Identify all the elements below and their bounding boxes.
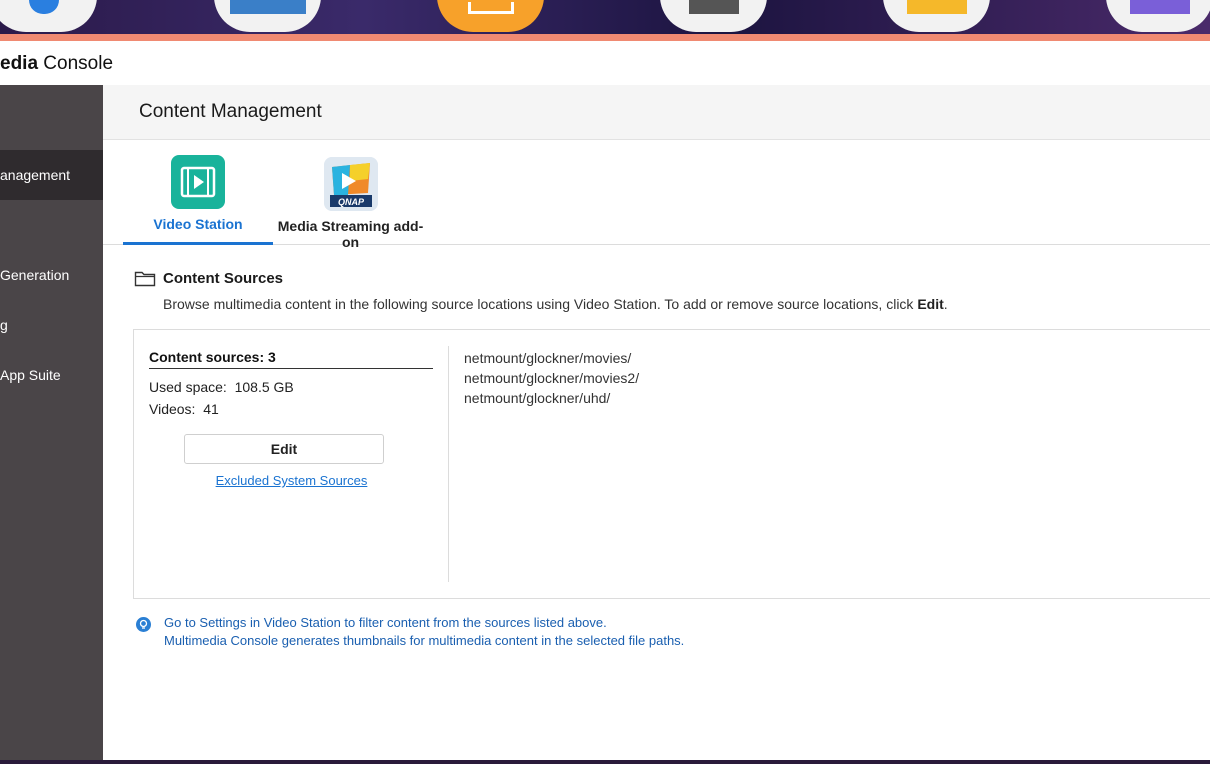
window-top-accent: [0, 34, 1210, 41]
dock-app-icon[interactable]: [660, 0, 767, 32]
title-bar: edia Console: [0, 41, 1210, 85]
tab-label: Video Station: [153, 216, 243, 232]
lightbulb-icon: [136, 617, 151, 632]
sources-summary: Content sources: 3 Used space: 108.5 GB …: [134, 330, 449, 600]
dock-app-icon[interactable]: [0, 0, 97, 32]
videos-label: Videos:: [149, 401, 196, 417]
sidebar-item-content-management[interactable]: anagement: [0, 150, 103, 200]
section-description-edit: Edit: [917, 296, 944, 312]
sidebar-item-app-suite[interactable]: App Suite: [0, 350, 103, 400]
folder-icon: [134, 269, 156, 292]
dock-app-icon[interactable]: [214, 0, 321, 32]
sidebar-item-thumbnail-generation[interactable]: Generation: [0, 250, 103, 300]
used-space: Used space: 108.5 GB: [149, 379, 294, 395]
app-title-rest: Console: [38, 53, 114, 74]
dock-app-icon[interactable]: [883, 0, 990, 32]
videos-count: Videos: 41: [149, 401, 219, 417]
desktop-bottom-edge: [0, 760, 1210, 764]
section-description: Browse multimedia content in the followi…: [163, 296, 948, 312]
sidebar-item-label: g: [0, 317, 8, 333]
panel-divider: [448, 346, 449, 582]
page-header: Content Management: [103, 85, 1210, 140]
tab-media-streaming[interactable]: QNAP Media Streaming add-on: [273, 141, 428, 250]
app-title: edia Console: [0, 53, 113, 75]
qnap-logo-text: QNAP: [337, 197, 364, 207]
main-content: Content Management Video Station QNAP Me…: [103, 85, 1210, 760]
videos-value: 41: [203, 401, 219, 417]
section-description-text: Browse multimedia content in the followi…: [163, 296, 918, 312]
info-note-line: Go to Settings in Video Station to filte…: [164, 615, 607, 630]
media-streaming-icon: QNAP: [324, 157, 378, 211]
edit-button[interactable]: Edit: [184, 434, 384, 464]
used-space-label: Used space:: [149, 379, 227, 395]
sidebar: anagement Generation g App Suite: [0, 85, 103, 760]
tab-video-station[interactable]: Video Station: [123, 141, 273, 245]
excluded-system-sources-link[interactable]: Excluded System Sources: [134, 473, 449, 488]
source-paths-list: netmount/glockner/movies/ netmount/glock…: [464, 348, 639, 408]
tab-label: Media Streaming add-on: [277, 218, 424, 250]
app-tabs: Video Station QNAP Media Streaming add-o…: [103, 141, 1210, 250]
content-sources-panel: Content sources: 3 Used space: 108.5 GB …: [133, 329, 1210, 599]
sidebar-item-transcoding[interactable]: g: [0, 300, 103, 350]
sidebar-item-label: Generation: [0, 267, 70, 283]
source-path: netmount/glockner/movies2/: [464, 370, 640, 386]
source-path: netmount/glockner/movies/: [464, 350, 632, 366]
source-path: netmount/glockner/uhd/: [464, 390, 611, 406]
used-space-value: 108.5 GB: [234, 379, 294, 395]
sidebar-item-label: anagement: [0, 167, 71, 183]
section-title: Content Sources: [163, 270, 284, 287]
dock-app-icon[interactable]: [437, 0, 544, 32]
dock-app-icon[interactable]: [1106, 0, 1210, 32]
desktop-background: [0, 0, 1210, 34]
content-sources-count: Content sources: 3: [149, 349, 433, 369]
multimedia-console-window: edia Console anagement Generation g App …: [0, 41, 1210, 760]
page-title: Content Management: [139, 101, 322, 122]
sidebar-item-label: App Suite: [0, 367, 61, 383]
video-station-icon: [171, 155, 225, 209]
info-note-line: Multimedia Console generates thumbnails …: [164, 633, 685, 648]
app-title-bold: edia: [0, 53, 39, 74]
section-description-end: .: [943, 296, 948, 312]
